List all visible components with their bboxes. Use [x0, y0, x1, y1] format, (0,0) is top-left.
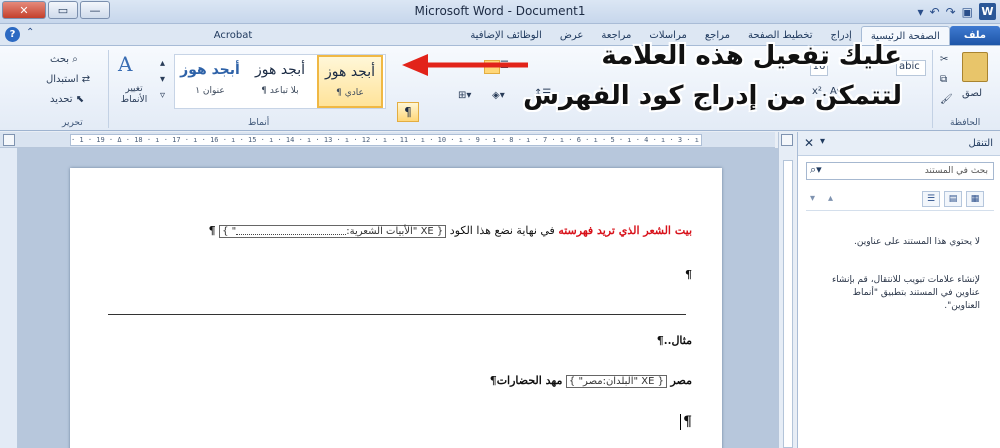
nav-next-icon[interactable]: ▴	[828, 193, 833, 204]
xe-field-2[interactable]: { XE "البلدان:مصر" }	[565, 375, 667, 388]
qat-dropdown-icon[interactable]: ▾	[918, 5, 924, 19]
find-label: بحث	[50, 54, 70, 65]
style-heading-1-name: عنوان ١	[195, 86, 225, 96]
nav-results-tab[interactable]: ☰	[922, 191, 940, 207]
nav-header: ✕ ▾ التنقل	[798, 132, 1000, 156]
style-normal-sample: أبجد هوز	[325, 64, 375, 80]
save-icon[interactable]: ▣	[962, 5, 973, 19]
line3-end: مهد الحضارات	[496, 374, 563, 387]
nav-pages-tab[interactable]: ▦	[966, 191, 984, 207]
text-cursor	[680, 414, 682, 430]
replace-icon: ⇄	[81, 74, 91, 85]
nav-view-tabs: ▤ ▦ ☰ ▾ ▴	[806, 189, 994, 211]
style-normal[interactable]: أبجد هوز ¶ عادي	[317, 55, 383, 108]
style-heading-1-sample: أبجد هوز	[180, 62, 240, 78]
tab-selector[interactable]	[3, 134, 15, 146]
select-icon: ⬉	[75, 94, 85, 105]
style-heading-1[interactable]: أبجد هوز عنوان ١	[177, 55, 243, 108]
style-no-spacing-sample: أبجد هوز	[255, 62, 305, 78]
redo-icon[interactable]: ↷	[946, 5, 956, 19]
ruler-toggle-icon[interactable]	[781, 134, 793, 146]
borders-icon[interactable]: ⊞▾	[458, 90, 471, 101]
paste-icon[interactable]	[962, 52, 988, 82]
line3-start: مصر	[670, 374, 692, 387]
vertical-ruler	[783, 160, 793, 448]
select-label: تحديد	[50, 94, 73, 105]
style-no-spacing[interactable]: أبجد هوز ¶ بلا تباعد	[247, 55, 313, 108]
replace-button[interactable]: استبدال ⇄	[46, 74, 90, 85]
select-button[interactable]: تحديد ⬉	[50, 94, 84, 105]
style-no-spacing-name: ¶ بلا تباعد	[261, 86, 299, 96]
document-page[interactable]: بيت الشعر الذي تريد فهرسته في نهاية نضع …	[70, 168, 722, 448]
paste-label[interactable]: لصق	[962, 88, 982, 99]
pilcrow-mark: ¶	[489, 374, 497, 387]
horizontal-ruler[interactable]: · 1 · 19 · Δ · 18 · ı · 17 · ı · 16 · ı …	[70, 134, 702, 146]
tab-file[interactable]: ملف	[949, 26, 1000, 45]
change-styles-label[interactable]: تغيير الأنماط	[114, 84, 154, 106]
tab-acrobat[interactable]: Acrobat	[205, 26, 262, 45]
document-area: بيت الشعر الذي تريد فهرسته في نهاية نضع …	[18, 148, 778, 448]
styles-scroll-icon[interactable]: ▴ ▾ ▿	[160, 56, 165, 104]
pilcrow-mark: ¶	[683, 414, 692, 430]
window-title: Microsoft Word - Document1	[414, 4, 586, 18]
navigation-pane: ✕ ▾ التنقل بحث في المستند ⌕▾ ▤ ▦ ☰ ▾ ▴ ل…	[797, 132, 1000, 448]
xe-field-1-close: " }	[222, 226, 237, 237]
doc-line-4: ¶	[680, 414, 692, 430]
search-icon[interactable]: ⌕▾	[810, 163, 822, 177]
styles-gallery: أبجد هوز ¶ عادي أبجد هوز ¶ بلا تباعد أبج…	[174, 54, 386, 109]
dotted-leader	[236, 227, 347, 235]
group-separator	[932, 50, 933, 128]
undo-icon[interactable]: ↶	[930, 5, 940, 19]
pilcrow-mark: ¶	[685, 268, 692, 281]
annotation-line-1: عليك تفعيل هذه العلامة	[601, 41, 902, 71]
pilcrow-mark: ¶	[656, 334, 664, 347]
doc-line-3: مصر { XE "البلدان:مصر" } مهد الحضارات¶	[489, 374, 692, 388]
annotation-line-2: لتتمكن من إدراج كود الفهرس	[523, 81, 902, 111]
quick-access-toolbar: ▾ ↶ ↷ ▣ W	[918, 3, 996, 20]
pilcrow-mark: ¶	[208, 224, 216, 237]
shading-icon[interactable]: ◈▾	[492, 90, 505, 101]
xe-field-1[interactable]: { XE "الأبيات الشعرية: " }	[219, 225, 447, 238]
annotation-text: عليك تفعيل هذه العلامة لتتمكن من إدراج ك…	[522, 36, 902, 116]
horizontal-ruler-bar: · 1 · 19 · Δ · 18 · ı · 17 · ı · 16 · ı …	[0, 132, 775, 148]
group-editing-label: تحرير	[62, 118, 83, 128]
nav-headings-tab[interactable]: ▤	[944, 191, 962, 207]
copy-icon[interactable]: ⧉	[940, 74, 947, 85]
chevron-down-icon[interactable]: ▾	[820, 136, 825, 147]
find-icon: ⌕	[72, 54, 78, 65]
style-normal-name: ¶ عادي	[336, 88, 364, 98]
line1-rest: في نهاية نضع هذا الكود	[449, 224, 555, 237]
nav-message-2: لإنشاء علامات تبويب للانتقال، قم بإنشاء …	[831, 275, 980, 311]
minimize-ribbon-icon[interactable]: ⌃	[26, 27, 34, 38]
doc-line-1: بيت الشعر الذي تريد فهرسته في نهاية نضع …	[208, 224, 692, 238]
title-bar: ✕ ▭ — Microsoft Word - Document1 ▾ ↶ ↷ ▣…	[0, 0, 1000, 24]
horizontal-rule	[108, 314, 686, 315]
help-icon[interactable]: ?	[5, 27, 20, 42]
word-app-icon: W	[979, 3, 996, 20]
show-hide-pilcrow-button[interactable]: ¶	[397, 102, 419, 122]
group-separator	[108, 50, 109, 128]
cut-icon[interactable]: ✂	[940, 54, 948, 65]
example-label: مثال..	[663, 334, 692, 347]
nav-message-1: لا يحتوي هذا المستند على عناوين.	[853, 237, 980, 247]
xe-field-1-open: { XE "الأبيات الشعرية:	[346, 226, 444, 237]
red-text: بيت الشعر الذي تريد فهرسته	[558, 224, 692, 237]
change-styles-icon[interactable]: A	[118, 52, 132, 76]
left-margin-bar	[0, 148, 18, 448]
nav-prev-icon[interactable]: ▾	[810, 193, 815, 204]
close-icon[interactable]: ✕	[804, 136, 814, 150]
find-button[interactable]: بحث ⌕	[50, 54, 78, 65]
doc-line-example: مثال..¶	[657, 334, 692, 347]
annotation-arrow-icon	[402, 54, 528, 76]
nav-title: التنقل	[968, 138, 994, 149]
nav-search-input[interactable]: بحث في المستند	[806, 162, 994, 180]
group-styles-label: أنماط	[248, 118, 270, 128]
doc-line-2: ¶	[685, 268, 692, 281]
group-clipboard-label: الحافظة	[950, 118, 981, 128]
format-painter-icon[interactable]: 🖌	[940, 94, 953, 105]
replace-label: استبدال	[46, 74, 79, 85]
